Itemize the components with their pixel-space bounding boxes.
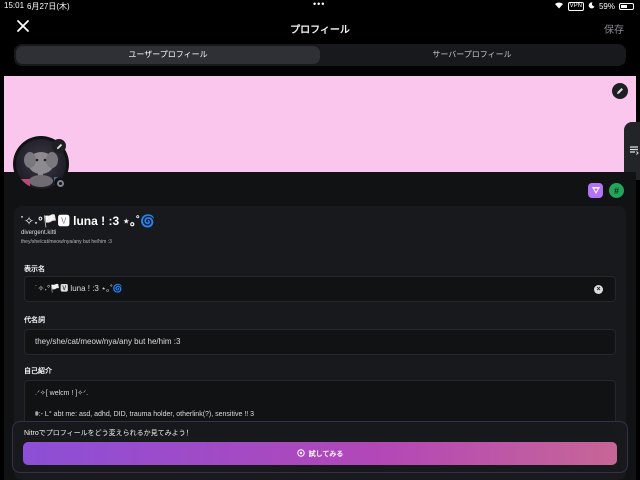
about-line-2: ⩩:- Ꮮ° abt me: asd, adhd, DID, trauma ho… xyxy=(35,411,255,418)
nav-bar: プロフィール 保存 xyxy=(0,12,640,42)
display-name-value: ˙✧˖°🏳️🆅 luna ! :3 ⋆｡˚🌀 xyxy=(35,284,123,293)
offline-status-icon xyxy=(54,177,66,189)
display-name-input[interactable]: ˙✧˖°🏳️🆅 luna ! :3 ⋆｡˚🌀 × xyxy=(24,276,616,302)
vpn-badge: VPN xyxy=(567,1,584,11)
try-nitro-button[interactable]: 試してみる xyxy=(23,442,617,465)
page-title: プロフィール xyxy=(290,25,350,36)
avatar-edit-pencil-icon[interactable] xyxy=(52,139,66,153)
profile-tabs: ユーザープロフィール サーバープロフィール xyxy=(14,44,626,66)
save-button[interactable]: 保存 xyxy=(604,21,624,36)
profile-banner[interactable] xyxy=(4,76,636,172)
profile-username: divergent.kitti xyxy=(21,230,57,236)
hashtag-badge-icon[interactable]: # xyxy=(609,183,624,198)
nitro-swirl-icon xyxy=(296,448,305,459)
battery-icon xyxy=(619,2,634,10)
moon-icon xyxy=(588,1,595,11)
multitasking-dots-icon[interactable]: ••• xyxy=(313,0,325,9)
about-me-label: 自己紹介 xyxy=(24,368,52,375)
profile-display-name: ˙✧˖°🏳️🆅 luna ! :3 ⋆｡˚🌀 xyxy=(20,214,155,228)
about-line-1: .ᐟ✧[ welcm ! ]✧ᐟ. xyxy=(35,390,89,397)
status-bar: 15:01 6月27日(木) ••• VPN 59% xyxy=(0,0,640,12)
status-time: 15:01 xyxy=(4,1,25,10)
profile-pronouns: they/she/cat/meow/nya/any but he/him :3 xyxy=(21,239,112,245)
tab-server-profile[interactable]: サーバープロフィール xyxy=(320,46,624,64)
battery-percent: 59% xyxy=(598,1,615,11)
list-icon xyxy=(629,142,639,160)
status-date: 6月27日(木) xyxy=(27,2,70,11)
nitro-upsell-text: Nitroでプロフィールをどう変えられるか見てみよう！ xyxy=(24,430,193,437)
nitro-badge-icon[interactable] xyxy=(588,183,603,198)
clear-icon[interactable]: × xyxy=(594,285,603,294)
tab-user-profile[interactable]: ユーザープロフィール xyxy=(16,46,320,64)
wifi-icon xyxy=(554,1,564,11)
pronouns-input[interactable]: they/she/cat/meow/nya/any but he/him :3 xyxy=(24,329,616,355)
display-name-label: 表示名 xyxy=(24,266,45,273)
pronouns-value: they/she/cat/meow/nya/any but he/him :3 xyxy=(35,337,181,346)
status-indicators: VPN 59% xyxy=(554,1,634,11)
try-button-label: 試してみる xyxy=(308,450,344,458)
banner-edit-pencil-icon[interactable] xyxy=(612,83,628,99)
pronouns-label: 代名詞 xyxy=(24,317,45,324)
